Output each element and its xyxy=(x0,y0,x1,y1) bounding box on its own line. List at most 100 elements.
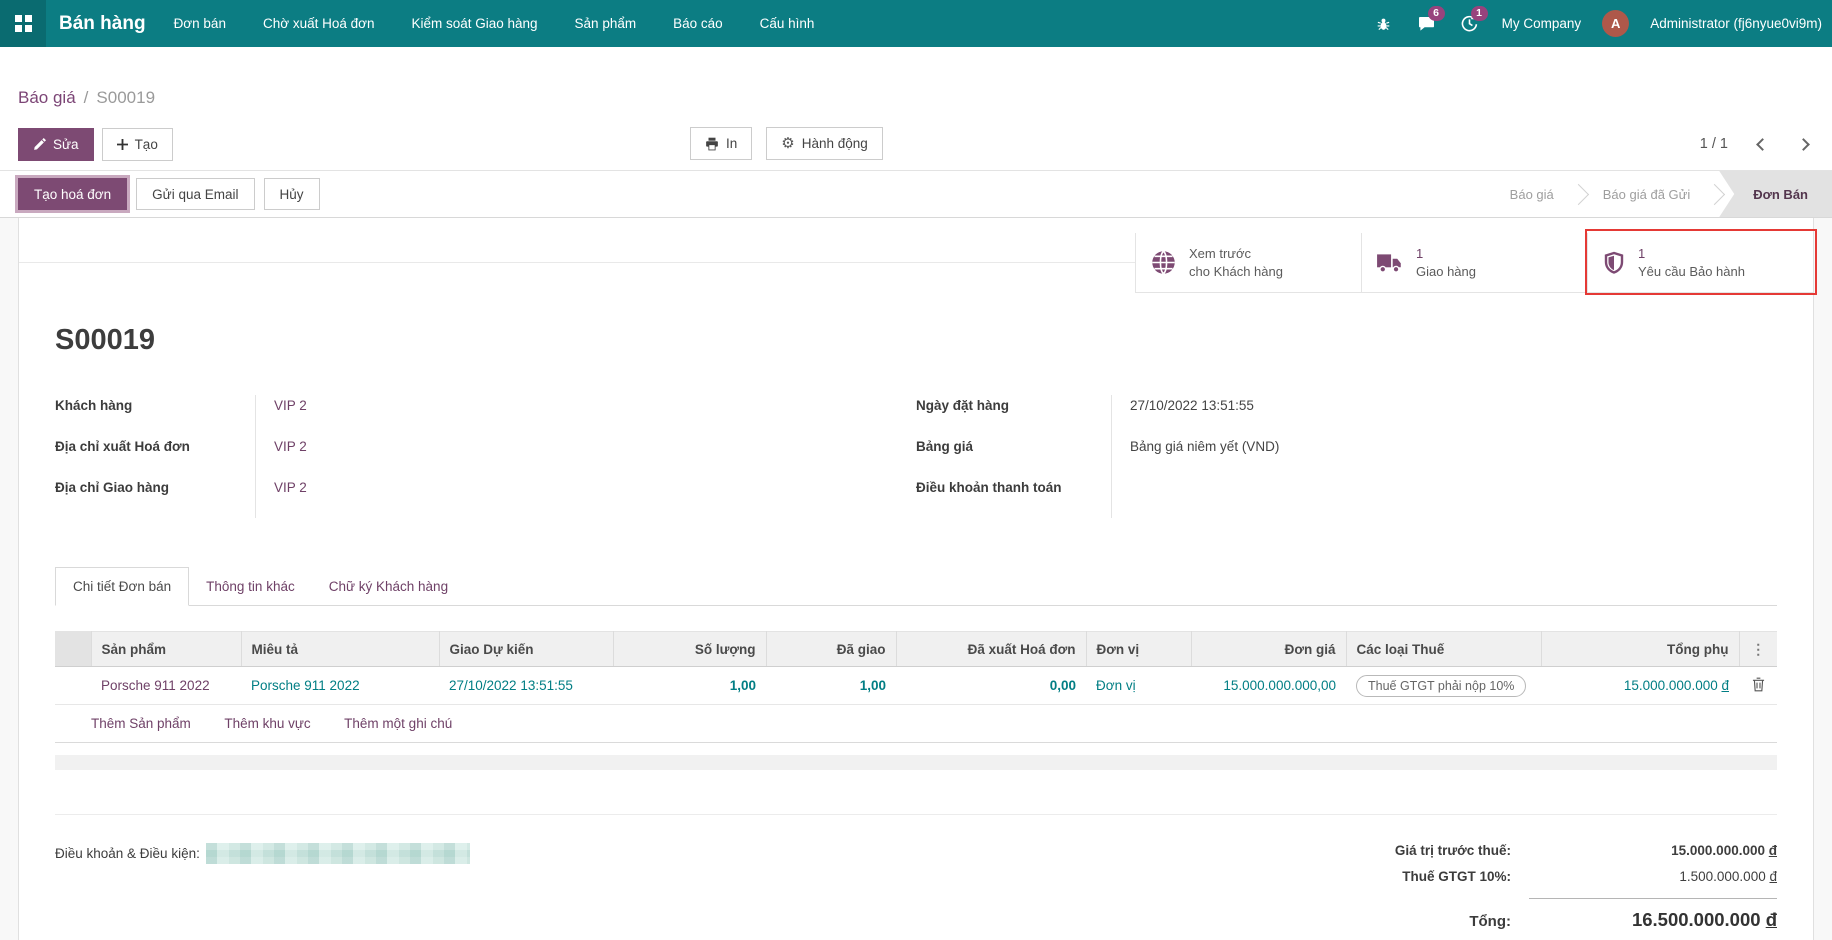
customer-value[interactable]: VIP 2 xyxy=(255,395,916,436)
tab-order-lines[interactable]: Chi tiết Đơn bán xyxy=(55,567,190,606)
warranty-smart-button[interactable]: 1 Yêu cầu Bảo hành xyxy=(1587,233,1813,293)
statusbar-buttons: Tạo hoá đơn Gửi qua Email Hủy xyxy=(14,175,320,213)
delivery-count: 1 xyxy=(1416,245,1424,261)
apps-menu-button[interactable] xyxy=(0,0,46,47)
header-taxes[interactable]: Các loại Thuế xyxy=(1346,631,1542,667)
pricelist-label: Bảng giá xyxy=(916,439,974,454)
pager-counter: 1 / 1 xyxy=(1699,136,1728,152)
currency-symbol: đ xyxy=(1769,869,1777,884)
plus-icon xyxy=(116,138,128,150)
pager-previous-icon[interactable] xyxy=(1756,137,1769,151)
top-navbar: Bán hàng Đơn bán Chờ xuất Hoá đơn Kiểm s… xyxy=(0,0,1832,47)
user-menu[interactable]: Administrator (fj6nyue0vi9m) xyxy=(1650,16,1822,31)
tax-label: Thuế GTGT 10%: xyxy=(1402,869,1511,884)
untaxed-label: Giá trị trước thuế: xyxy=(1394,843,1511,858)
field-grid: Khách hàng VIP 2 Địa chỉ xuất Hoá đơn VI… xyxy=(55,395,1777,518)
control-panel: Sửa Tạo In ⚙ Hành động 1 / 1 xyxy=(0,127,1832,161)
delivery-label: Giao hàng xyxy=(1416,263,1476,279)
header-handle xyxy=(55,631,92,667)
row-handle xyxy=(55,666,91,705)
order-lines-table: Sản phẩm Miêu tả Giao Dự kiến Số lượng Đ… xyxy=(55,631,1777,743)
field-pricelist: Bảng giá Bảng giá niêm yết (VND) xyxy=(916,436,1777,477)
action-button[interactable]: ⚙ Hành động xyxy=(766,127,883,160)
sheet-content: S00019 Khách hàng VIP 2 Địa chỉ xuất Hoá… xyxy=(19,323,1813,940)
delete-line-button[interactable] xyxy=(1752,677,1765,692)
header-uom[interactable]: Đơn vị xyxy=(1086,631,1192,667)
trash-icon xyxy=(1752,677,1764,691)
company-switcher[interactable]: My Company xyxy=(1502,16,1582,31)
stage-sales-order[interactable]: Đơn Bán xyxy=(1719,171,1832,217)
gear-icon: ⚙ xyxy=(781,135,795,152)
header-subtotal[interactable]: Tổng phụ xyxy=(1541,631,1740,667)
header-unit-price[interactable]: Đơn giá xyxy=(1191,631,1347,667)
order-line-row[interactable]: Porsche 911 2022 Porsche 911 2022 27/10/… xyxy=(55,666,1777,705)
menu-bao-cao[interactable]: Báo cáo xyxy=(673,16,723,31)
form-sheet: Xem trước cho Khách hàng 1 Giao hàng 1 Y… xyxy=(18,218,1817,940)
header-quantity[interactable]: Số lượng xyxy=(613,631,767,667)
cell-uom[interactable]: Đơn vị xyxy=(1096,678,1136,693)
stage-quotation-sent[interactable]: Báo giá đã Gửi xyxy=(1583,171,1710,217)
edit-button[interactable]: Sửa xyxy=(18,127,94,161)
header-invoiced[interactable]: Đã xuất Hoá đơn xyxy=(896,631,1087,667)
pager-next-icon[interactable] xyxy=(1797,137,1810,151)
header-description[interactable]: Miêu tả xyxy=(241,631,440,667)
menu-cho-xuat-hoa-don[interactable]: Chờ xuất Hoá đơn xyxy=(263,16,375,31)
tab-other-info[interactable]: Thông tin khác xyxy=(189,568,312,605)
field-column-right: Ngày đặt hàng 27/10/2022 13:51:55 Bảng g… xyxy=(916,395,1777,518)
table-header-row: Sản phẩm Miêu tả Giao Dự kiến Số lượng Đ… xyxy=(55,631,1777,667)
tab-customer-signature[interactable]: Chữ ký Khách hàng xyxy=(312,568,465,605)
smart-button-box: Xem trước cho Khách hàng 1 Giao hàng 1 Y… xyxy=(19,218,1817,295)
add-section-link[interactable]: Thêm khu vực xyxy=(224,716,310,731)
edit-button-label: Sửa xyxy=(53,136,79,152)
list-footer-band xyxy=(55,755,1777,770)
cell-product[interactable]: Porsche 911 2022 xyxy=(101,678,210,693)
truck-icon xyxy=(1377,253,1401,273)
currency-symbol: đ xyxy=(1765,909,1777,930)
optional-columns-icon[interactable]: ⋮ xyxy=(1751,641,1765,657)
shield-icon xyxy=(1604,251,1624,274)
delivery-smart-button[interactable]: 1 Giao hàng xyxy=(1361,233,1587,293)
menu-kiem-soat-giao-hang[interactable]: Kiểm soát Giao hàng xyxy=(411,16,537,31)
add-note-link[interactable]: Thêm một ghi chú xyxy=(344,716,452,731)
totals-block: Giá trị trước thuế: 15.000.000.000 đ Thu… xyxy=(1395,843,1777,940)
totals-separator xyxy=(1529,898,1777,899)
cancel-button[interactable]: Hủy xyxy=(263,178,320,210)
stage-quotation[interactable]: Báo giá xyxy=(1490,171,1574,217)
menu-don-ban[interactable]: Đơn bán xyxy=(174,16,226,31)
send-by-email-button[interactable]: Gửi qua Email xyxy=(136,178,255,210)
cell-expected-delivery: 27/10/2022 13:51:55 xyxy=(449,678,573,693)
debug-bug-icon[interactable] xyxy=(1373,13,1395,35)
menu-san-pham[interactable]: Sản phẩm xyxy=(575,16,637,31)
invoice-address-value[interactable]: VIP 2 xyxy=(255,436,916,477)
delivery-address-value[interactable]: VIP 2 xyxy=(255,477,916,518)
create-invoice-button[interactable]: Tạo hoá đơn xyxy=(14,175,131,213)
notebook-tabs: Chi tiết Đơn bán Thông tin khác Chữ ký K… xyxy=(55,567,1777,606)
payment-terms-value xyxy=(1111,477,1777,518)
app-name[interactable]: Bán hàng xyxy=(59,13,146,35)
header-expected-delivery[interactable]: Giao Dự kiến xyxy=(439,631,614,667)
customer-preview-button[interactable]: Xem trước cho Khách hàng xyxy=(1135,233,1361,293)
currency-symbol: đ xyxy=(1721,678,1729,693)
table-footer-links-row: Thêm Sản phẩm Thêm khu vực Thêm một ghi … xyxy=(55,704,1777,743)
statusbar: Tạo hoá đơn Gửi qua Email Hủy Báo giá Bá… xyxy=(0,170,1832,218)
menu-cau-hinh[interactable]: Cấu hình xyxy=(760,16,815,31)
create-button[interactable]: Tạo xyxy=(101,127,173,161)
center-buttons: In ⚙ Hành động xyxy=(690,127,883,160)
activities-clock-icon[interactable]: 1 xyxy=(1459,5,1488,35)
messages-icon[interactable]: 6 xyxy=(1416,5,1445,35)
print-button[interactable]: In xyxy=(690,127,753,160)
avatar[interactable]: A xyxy=(1602,10,1630,37)
add-product-link[interactable]: Thêm Sản phẩm xyxy=(91,716,191,731)
warranty-count: 1 xyxy=(1638,245,1646,261)
cell-description[interactable]: Porsche 911 2022 xyxy=(251,678,360,693)
terms-redacted-text xyxy=(205,843,470,864)
header-delivered[interactable]: Đã giao xyxy=(766,631,897,667)
header-product[interactable]: Sản phẩm xyxy=(91,631,242,667)
breadcrumb-parent[interactable]: Báo giá xyxy=(18,88,76,108)
field-order-date: Ngày đặt hàng 27/10/2022 13:51:55 xyxy=(916,395,1777,436)
breadcrumb-separator: / xyxy=(83,88,89,107)
grand-total-row: Tổng: 16.500.000.000 đ xyxy=(1395,909,1777,931)
main-menu: Đơn bán Chờ xuất Hoá đơn Kiểm soát Giao … xyxy=(174,16,815,31)
delivery-address-label: Địa chỉ Giao hàng xyxy=(55,480,170,495)
apps-grid-icon xyxy=(14,15,32,32)
